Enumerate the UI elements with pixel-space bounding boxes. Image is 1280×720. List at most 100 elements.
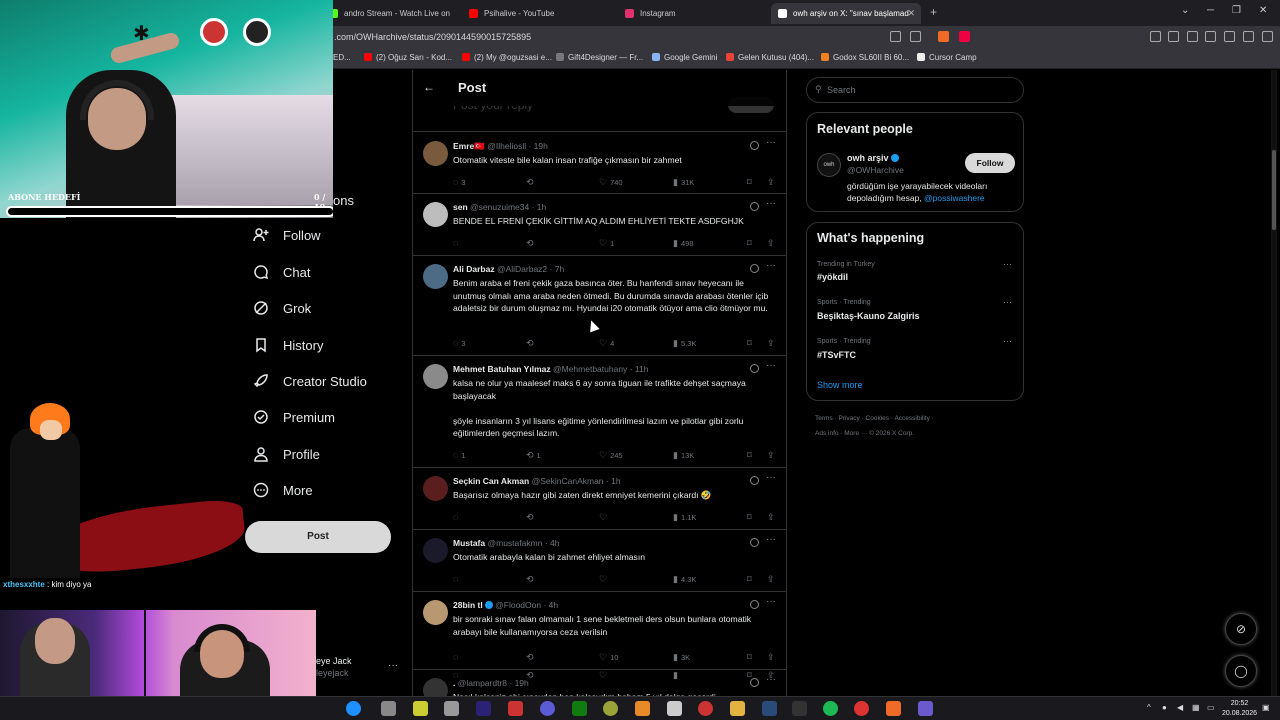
trend-more-icon[interactable]: ··· (1003, 259, 1012, 269)
brave-icon[interactable] (886, 701, 901, 716)
tweet[interactable]: sen @senuzuime34 · 1h ··· BENDE EL FRENİ Ç… (413, 194, 786, 256)
repost-button[interactable]: ⟲ (526, 177, 537, 188)
url-field[interactable]: .com/OWHarchive/status/20901445900157258… (330, 30, 980, 45)
grok-explain-icon[interactable] (750, 264, 759, 273)
taskbar-app-icon[interactable] (792, 701, 807, 716)
author-name[interactable]: 28bin tl (453, 600, 483, 610)
follow-button[interactable]: Follow (965, 153, 1015, 173)
maximize-icon[interactable]: ❐ (1232, 5, 1241, 16)
taskbar-app-icon[interactable] (698, 701, 713, 716)
views-button[interactable]: ▮ 4.3K (673, 574, 696, 585)
avatar[interactable]: owh (817, 153, 841, 177)
reply-button[interactable]: ◌ 1 (453, 450, 466, 460)
tab-instagram[interactable]: Instagram (618, 3, 768, 24)
keyboard-icon[interactable]: ▭ (1207, 703, 1215, 712)
tab-kick[interactable]: andro Stream - Watch Live on Kick (322, 3, 452, 24)
new-tab-button[interactable]: + (930, 5, 937, 19)
start-icon[interactable] (346, 701, 361, 716)
reply-button[interactable]: ◌ (453, 670, 461, 680)
repost-button[interactable]: ⟲ 1 (526, 450, 541, 461)
grok-explain-icon[interactable] (750, 476, 759, 485)
tab-youtube[interactable]: Psihalive - YouTube (462, 3, 612, 24)
footer-links[interactable]: Terms · Privacy · Cookies · Accessibilit… (815, 415, 934, 422)
trend-name[interactable]: #yökdil (817, 272, 848, 282)
reply-button[interactable]: ◌ (453, 652, 461, 662)
tab-list-icon[interactable]: ⌄ (1181, 5, 1189, 16)
taskbar-app-icon[interactable] (667, 701, 682, 716)
like-button[interactable]: ♡ 1 (599, 238, 614, 249)
volume-icon[interactable]: ◀ (1177, 703, 1183, 712)
translate-icon[interactable] (890, 31, 901, 42)
author-handle[interactable]: @AliDarbaz2 (497, 264, 547, 274)
person-name[interactable]: owh arşiv (847, 153, 899, 163)
author-name[interactable]: sen (453, 202, 468, 212)
scrollbar[interactable] (1271, 70, 1277, 696)
taskbar-app-icon[interactable] (635, 701, 650, 716)
nav-more[interactable]: More (252, 478, 313, 502)
tray-chevron-icon[interactable]: ^ (1147, 703, 1151, 712)
share-button[interactable]: ⇪ (767, 338, 778, 349)
tweet-time[interactable]: · 11h (630, 364, 649, 374)
bookmark-item[interactable]: ED... (333, 53, 351, 62)
views-button[interactable]: ▮ 1.1K (673, 512, 696, 523)
grok-explain-icon[interactable] (750, 538, 759, 547)
share-button[interactable]: ⇪ (767, 238, 778, 249)
repost-button[interactable]: ⟲ (526, 652, 537, 663)
nav-grok[interactable]: Grok (252, 296, 311, 320)
spotify-icon[interactable] (823, 701, 838, 716)
repost-button[interactable]: ⟲ (526, 670, 537, 681)
messages-fab-icon[interactable]: ◯ (1225, 655, 1257, 687)
author-handle[interactable]: @Mehmetbatuhany (553, 364, 627, 374)
bookmark-button[interactable]: ⌑ (747, 338, 755, 349)
taskbar-app-icon[interactable] (603, 701, 618, 716)
share-button[interactable]: ⇪ (767, 177, 778, 188)
notification-icon[interactable]: ▣ (1262, 703, 1270, 712)
like-button[interactable]: ♡ (599, 574, 610, 585)
tweet-more-icon[interactable]: ··· (766, 360, 776, 371)
author-handle[interactable]: @mustafakmn (488, 538, 543, 548)
author-handle[interactable]: @FloodOon (495, 600, 541, 610)
tweet-more-icon[interactable]: ··· (766, 260, 776, 271)
grok-fab-icon[interactable]: ⊘ (1225, 613, 1257, 645)
repost-button[interactable]: ⟲ (526, 238, 537, 249)
author-handle[interactable]: @SekinCanAkman (532, 476, 604, 486)
back-arrow-icon[interactable]: ← (423, 80, 435, 94)
avatar[interactable] (423, 600, 448, 625)
bookmark-item[interactable]: Gift4Designer — Fr... (556, 53, 643, 62)
like-button[interactable]: ♡ (599, 512, 610, 523)
xbox-icon[interactable] (572, 701, 587, 716)
author-handle[interactable]: @senuzuime34 (470, 202, 529, 212)
taskbar-app-icon[interactable] (540, 701, 555, 716)
grok-explain-icon[interactable] (750, 600, 759, 609)
taskbar-app-icon[interactable] (508, 701, 523, 716)
nav-chat[interactable]: Chat (252, 260, 310, 284)
reply-button[interactable]: ◌ (453, 238, 461, 248)
tweet[interactable]: Mehmet Batuhan Yılmaz @Mehmetbatuhany · … (413, 356, 786, 468)
repost-button[interactable]: ⟲ (526, 338, 537, 349)
avatar[interactable] (423, 141, 448, 166)
folder-icon[interactable] (730, 701, 745, 716)
tweet[interactable]: 28bin tl @FloodOon · 4h ··· bir sonraki sı… (413, 592, 786, 670)
wallet-icon[interactable] (1205, 31, 1216, 42)
account-menu-icon[interactable]: ··· (388, 660, 398, 671)
tweet-time[interactable]: · 4h (545, 538, 560, 548)
tab-x-post[interactable]: owh arşiv on X: "sınav başlamad ✕ (771, 3, 921, 24)
menu-icon[interactable] (1262, 31, 1273, 42)
reply-button[interactable]: ◌ 3 (453, 338, 466, 348)
views-button[interactable]: ▮ 31K (673, 177, 694, 188)
taskbar-app-icon[interactable] (444, 701, 459, 716)
tweet[interactable]: Seçkin Can Akman @SekinCanAkman · 1h ··· B… (413, 468, 786, 530)
brave-shield-icon[interactable] (938, 31, 949, 42)
share-button[interactable]: ⇪ (767, 670, 778, 681)
taskbar-app-icon[interactable] (413, 701, 428, 716)
tweet[interactable]: Emre🇹🇷 @Ilheliosll · 19h ··· Otomatik vite… (413, 133, 786, 194)
bookmark-item[interactable]: Godox SL60II Bi 60... (821, 53, 909, 62)
nav-premium[interactable]: Premium (252, 405, 335, 429)
views-button[interactable]: ▮ 13K (673, 450, 694, 461)
mic-icon[interactable]: ● (1162, 703, 1167, 712)
taskbar-app-icon[interactable] (854, 701, 869, 716)
trend-name[interactable]: Beşiktaş-Kauno Zalgiris (817, 311, 920, 321)
reply-button[interactable]: ◌ (453, 574, 461, 584)
tweet-more-icon[interactable]: ··· (766, 534, 776, 545)
premiere-icon[interactable] (476, 701, 491, 716)
